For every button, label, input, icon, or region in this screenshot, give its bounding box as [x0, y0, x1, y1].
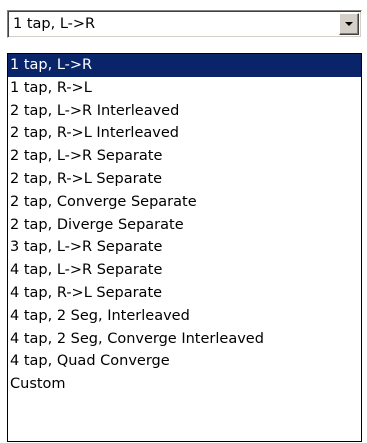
dropdown-option[interactable]: 2 tap, R->L Separate — [8, 168, 361, 191]
dropdown-option-selected[interactable]: 1 tap, L->R — [8, 54, 361, 77]
dropdown-option[interactable]: 4 tap, L->R Separate — [8, 259, 361, 282]
dropdown-option[interactable]: 2 tap, Diverge Separate — [8, 214, 361, 237]
tap-mode-combo-box[interactable]: 1 tap, L->R — [7, 10, 362, 38]
dropdown-option[interactable]: 2 tap, L->R Separate — [8, 145, 361, 168]
dropdown-option[interactable]: 2 tap, R->L Interleaved — [8, 122, 361, 145]
chevron-down-icon — [345, 22, 353, 26]
dropdown-option[interactable]: 2 tap, L->R Interleaved — [8, 100, 361, 123]
dropdown-option[interactable]: Custom — [8, 373, 361, 396]
tap-mode-selector: 1 tap, L->R 1 tap, L->R 1 tap, R->L 2 tap,… — [0, 0, 367, 443]
dropdown-option[interactable]: 3 tap, L->R Separate — [8, 236, 361, 259]
dropdown-option[interactable]: 2 tap, Converge Separate — [8, 191, 361, 214]
dropdown-button[interactable] — [339, 13, 359, 35]
combo-selected-value: 1 tap, L->R — [13, 16, 96, 32]
dropdown-option[interactable]: 4 tap, R->L Separate — [8, 282, 361, 305]
dropdown-option[interactable]: 1 tap, R->L — [8, 77, 361, 100]
dropdown-option[interactable]: 4 tap, 2 Seg, Converge Interleaved — [8, 328, 361, 351]
dropdown-option[interactable]: 4 tap, Quad Converge — [8, 350, 361, 373]
dropdown-option[interactable]: 4 tap, 2 Seg, Interleaved — [8, 305, 361, 328]
tap-mode-dropdown-list[interactable]: 1 tap, L->R 1 tap, R->L 2 tap, L->R Interl… — [7, 53, 362, 442]
